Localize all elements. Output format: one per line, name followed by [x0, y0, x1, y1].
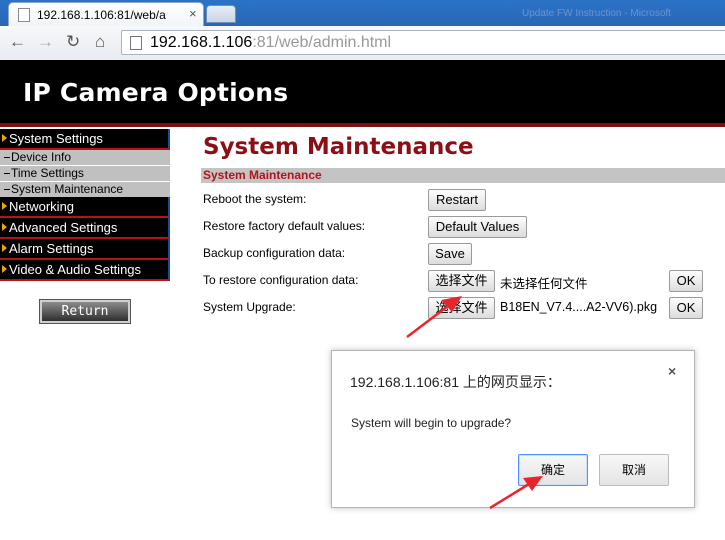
- address-bar[interactable]: 192.168.1.106:81/web/admin.html: [121, 30, 725, 55]
- home-icon[interactable]: ⌂: [95, 31, 105, 53]
- browser-toolbar: ← → ↻ ⌂ 192.168.1.106:81/web/admin.html: [0, 26, 725, 61]
- triangle-right-icon: [2, 223, 7, 231]
- upgrade-file-name: B18EN_V7.4....A2-VV6).pkg: [500, 300, 658, 314]
- triangle-right-icon: [2, 244, 7, 252]
- page-icon: [130, 36, 142, 50]
- config-file-status: 未选择任何文件: [500, 277, 588, 291]
- section-header: System Maintenance: [201, 168, 725, 183]
- sidebar-item-video-audio-settings[interactable]: Video & Audio Settings: [0, 260, 170, 281]
- sidebar-subitem-system-maintenance[interactable]: System Maintenance: [0, 182, 170, 197]
- page-title: System Maintenance: [203, 134, 474, 160]
- browser-tab[interactable]: 192.168.1.106:81/web/a ×: [8, 2, 204, 26]
- backup-label: Backup configuration data:: [203, 246, 346, 260]
- url-text: 192.168.1.106:81/web/admin.html: [150, 34, 392, 51]
- close-icon[interactable]: ×: [668, 363, 676, 379]
- back-icon[interactable]: ←: [9, 31, 26, 53]
- sidebar-item-alarm-settings[interactable]: Alarm Settings: [0, 239, 170, 260]
- tab-title: 192.168.1.106:81/web/a: [37, 8, 166, 22]
- dialog-title: 192.168.1.106:81 上的网页显示：: [350, 374, 561, 390]
- default-values-button[interactable]: Default Values: [428, 216, 527, 238]
- close-tab-icon[interactable]: ×: [189, 6, 197, 21]
- sidebar: System Settings Device Info Time Setting…: [0, 129, 170, 281]
- dialog-ok-button[interactable]: 确定: [518, 454, 588, 486]
- system-upgrade-label: System Upgrade:: [203, 300, 296, 314]
- triangle-right-icon: [2, 265, 7, 273]
- restore-config-label: To restore configuration data:: [203, 273, 359, 287]
- sidebar-item-advanced-settings[interactable]: Advanced Settings: [0, 218, 170, 239]
- restore-config-ok-button[interactable]: OK: [669, 270, 703, 292]
- confirm-dialog: 192.168.1.106:81 上的网页显示： × System will b…: [331, 350, 695, 508]
- sidebar-item-networking[interactable]: Networking: [0, 197, 170, 218]
- return-button[interactable]: Return: [39, 299, 131, 324]
- new-tab-button[interactable]: [206, 5, 236, 23]
- section-label: System Maintenance: [203, 168, 322, 182]
- triangle-right-icon: [2, 134, 7, 142]
- browser-tabstrip: 192.168.1.106:81/web/a × Update FW Instr…: [0, 0, 725, 26]
- background-window-title: Update FW Instruction - Microsoft: [522, 8, 671, 19]
- save-button[interactable]: Save: [428, 243, 472, 265]
- dialog-message: System will begin to upgrade?: [351, 416, 512, 430]
- header-title: IP Camera Options: [23, 78, 289, 107]
- choose-config-file-button[interactable]: 选择文件: [428, 270, 495, 292]
- sidebar-subitem-time-settings[interactable]: Time Settings: [0, 166, 170, 181]
- restore-defaults-label: Restore factory default values:: [203, 219, 366, 233]
- reload-icon[interactable]: ↻: [66, 31, 80, 53]
- sidebar-item-system-settings[interactable]: System Settings: [0, 129, 170, 150]
- upgrade-ok-button[interactable]: OK: [669, 297, 703, 319]
- restart-button[interactable]: Restart: [428, 189, 486, 211]
- triangle-right-icon: [2, 202, 7, 210]
- forward-icon[interactable]: →: [37, 31, 54, 53]
- page-header: IP Camera Options: [0, 60, 725, 127]
- reboot-label: Reboot the system:: [203, 192, 307, 206]
- choose-upgrade-file-button[interactable]: 选择文件: [428, 297, 495, 319]
- dialog-cancel-button[interactable]: 取消: [599, 454, 669, 486]
- sidebar-subitem-device-info[interactable]: Device Info: [0, 150, 170, 165]
- page-icon: [18, 8, 30, 22]
